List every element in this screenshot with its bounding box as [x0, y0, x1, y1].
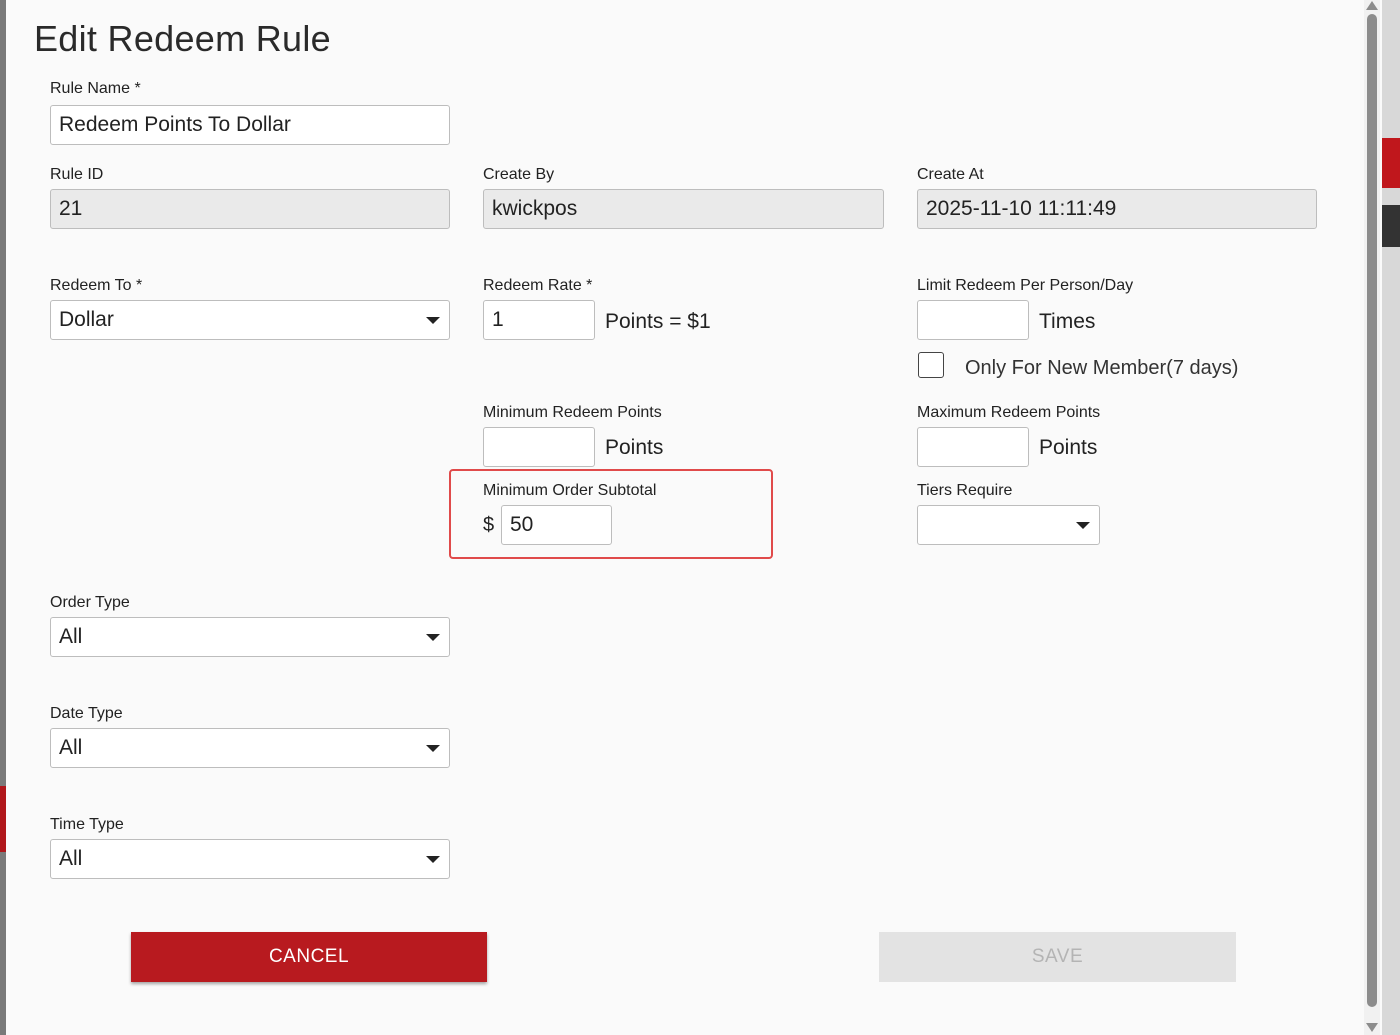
- chevron-down-icon: [1076, 522, 1090, 529]
- rule-name-input[interactable]: Redeem Points To Dollar: [50, 105, 450, 145]
- create-by-label: Create By: [483, 166, 555, 183]
- tiers-require-label: Tiers Require: [917, 482, 1013, 499]
- cancel-button[interactable]: CANCEL: [131, 932, 487, 982]
- scroll-down-arrow-icon[interactable]: [1366, 1023, 1378, 1032]
- time-type-value: All: [59, 847, 83, 870]
- chevron-down-icon: [426, 317, 440, 324]
- time-type-select[interactable]: All: [50, 839, 450, 879]
- scrollbar-thumb[interactable]: [1367, 14, 1377, 1007]
- create-at-field: 2025-11-10 11:11:49: [917, 189, 1317, 229]
- create-by-field: kwickpos: [483, 189, 884, 229]
- dialog-title: Edit Redeem Rule: [34, 18, 331, 59]
- new-member-label: Only For New Member(7 days): [965, 357, 1239, 379]
- redeem-to-select[interactable]: Dollar: [50, 300, 450, 340]
- redeem-to-value: Dollar: [59, 308, 114, 331]
- order-type-value: All: [59, 625, 83, 648]
- limit-redeem-input[interactable]: [917, 300, 1029, 340]
- rule-id-field: 21: [50, 189, 450, 229]
- redeem-rate-label: Redeem Rate *: [483, 277, 593, 294]
- currency-prefix: $: [483, 514, 495, 536]
- background-page-edge: [0, 0, 6, 1035]
- date-type-select[interactable]: All: [50, 728, 450, 768]
- create-at-label: Create At: [917, 166, 984, 183]
- rule-name-label: Rule Name *: [50, 80, 141, 97]
- date-type-label: Date Type: [50, 705, 123, 722]
- tiers-require-select[interactable]: [917, 505, 1100, 545]
- min-redeem-points-input[interactable]: [483, 427, 595, 467]
- background-red-accent: [0, 786, 6, 852]
- redeem-to-label: Redeem To *: [50, 277, 143, 294]
- min-redeem-points-label: Minimum Redeem Points: [483, 404, 662, 421]
- save-button[interactable]: SAVE: [879, 932, 1236, 982]
- background-page-right: [1382, 0, 1400, 1035]
- max-redeem-points-label: Maximum Redeem Points: [917, 404, 1101, 421]
- date-type-value: All: [59, 736, 83, 759]
- min-order-subtotal-label: Minimum Order Subtotal: [483, 482, 657, 499]
- min-redeem-points-suffix: Points: [605, 436, 664, 459]
- new-member-checkbox[interactable]: [918, 352, 944, 378]
- max-redeem-points-input[interactable]: [917, 427, 1029, 467]
- max-redeem-points-suffix: Points: [1039, 436, 1098, 459]
- rule-id-label: Rule ID: [50, 166, 104, 183]
- chevron-down-icon: [426, 634, 440, 641]
- scroll-up-arrow-icon[interactable]: [1366, 1, 1378, 10]
- min-order-subtotal-input[interactable]: 50: [501, 505, 612, 545]
- redeem-rate-suffix: Points = $1: [605, 310, 711, 333]
- limit-redeem-suffix: Times: [1039, 310, 1096, 333]
- chevron-down-icon: [426, 745, 440, 752]
- order-type-select[interactable]: All: [50, 617, 450, 657]
- order-type-label: Order Type: [50, 594, 130, 611]
- time-type-label: Time Type: [50, 816, 124, 833]
- chevron-down-icon: [426, 856, 440, 863]
- limit-redeem-label: Limit Redeem Per Person/Day: [917, 277, 1134, 294]
- redeem-rate-input[interactable]: 1: [483, 300, 595, 340]
